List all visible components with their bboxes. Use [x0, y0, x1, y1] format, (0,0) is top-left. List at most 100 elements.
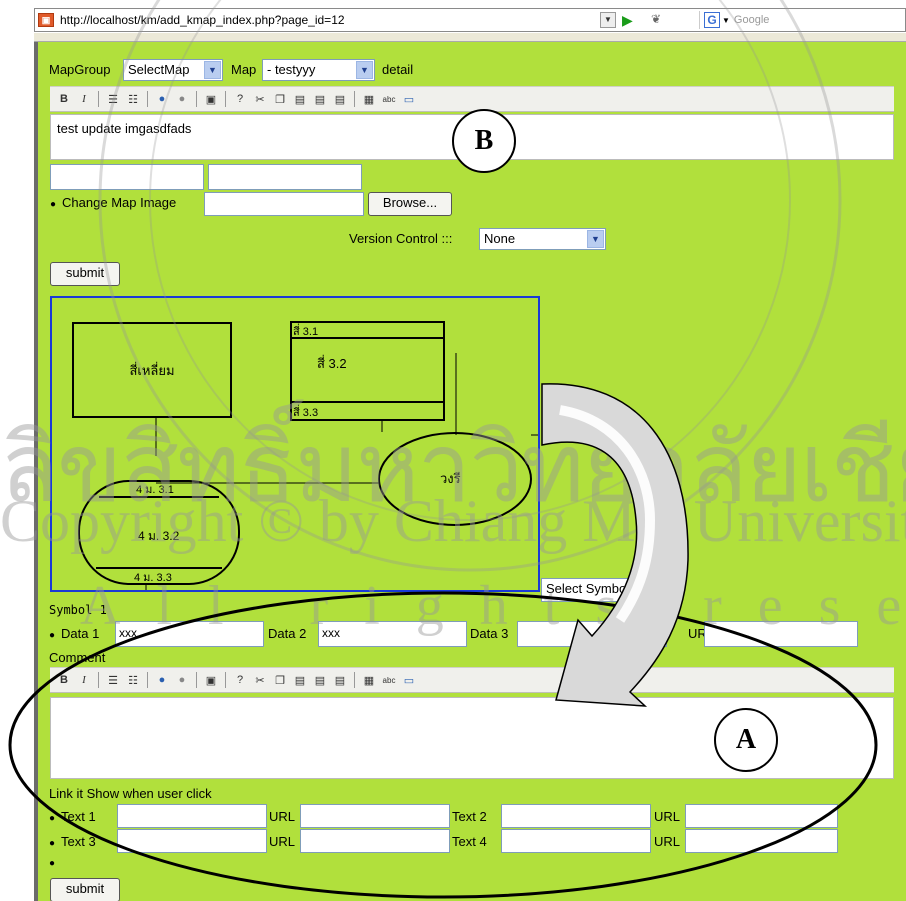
- help-icon[interactable]: ?: [232, 91, 248, 107]
- text2-input[interactable]: [501, 804, 651, 828]
- bulleted-list-icon[interactable]: ☷: [125, 672, 141, 688]
- paste-icon[interactable]: ▤: [292, 672, 308, 688]
- go-arrow-icon[interactable]: ▶: [622, 12, 638, 28]
- numbered-list-icon[interactable]: ☰: [105, 672, 121, 688]
- toolbar-divider: [225, 672, 226, 688]
- toolbar-divider: [354, 91, 355, 107]
- text3-url-label: URL: [269, 834, 296, 849]
- text1-input[interactable]: [117, 804, 267, 828]
- map-select-value: - testyyy: [267, 62, 316, 77]
- table-icon[interactable]: ▦: [361, 672, 377, 688]
- map-diagram-canvas[interactable]: สี่เหลี่ยม สี่ 3.1 สี่ 3.2 สี่ 3.3 วงรี …: [50, 296, 540, 592]
- data1-label: Data 1: [49, 626, 99, 641]
- data1-input[interactable]: xxx: [115, 621, 264, 647]
- map-image-file-input[interactable]: [204, 192, 364, 216]
- numbered-list-icon[interactable]: ☰: [105, 91, 121, 107]
- copy-icon[interactable]: ❐: [272, 672, 288, 688]
- source-icon[interactable]: ▭: [401, 91, 417, 107]
- paste-text-icon[interactable]: ▤: [312, 91, 328, 107]
- paste-word-icon[interactable]: ▤: [332, 672, 348, 688]
- annotation-label-b: B: [452, 109, 516, 173]
- paste-icon[interactable]: ▤: [292, 91, 308, 107]
- submit-button-bottom[interactable]: submit: [50, 878, 120, 901]
- editor-toolbar-comment: B I ☰ ☷ ● ● ▣ ? ✂ ❐ ▤ ▤ ▤ ▦ abc ▭: [50, 667, 894, 693]
- mapgroup-select[interactable]: SelectMap ▼: [123, 59, 223, 81]
- chevron-down-icon[interactable]: ▼: [356, 61, 373, 79]
- link-icon[interactable]: ●: [154, 91, 170, 107]
- detail-label: detail: [382, 62, 414, 77]
- blank-field-1[interactable]: [50, 164, 204, 190]
- links-heading: Link it Show when user click: [49, 786, 212, 801]
- feed-icon[interactable]: ❦: [651, 12, 661, 26]
- help-icon[interactable]: ?: [232, 672, 248, 688]
- text3-input[interactable]: [117, 829, 267, 853]
- copy-icon[interactable]: ❐: [272, 91, 288, 107]
- unlink-icon[interactable]: ●: [174, 672, 190, 688]
- bulleted-list-icon[interactable]: ☷: [125, 91, 141, 107]
- spellcheck-icon[interactable]: abc: [381, 91, 397, 107]
- paste-text-icon[interactable]: ▤: [312, 672, 328, 688]
- data2-label: Data 2: [268, 626, 307, 641]
- toolbar-divider: [225, 91, 226, 107]
- text1-url-label: URL: [269, 809, 296, 824]
- mapgroup-label: MapGroup: [49, 62, 111, 77]
- url-history-dropdown-icon[interactable]: ▼: [600, 12, 616, 28]
- change-map-image-text: Change Map Image: [62, 195, 177, 210]
- unlink-icon[interactable]: ●: [174, 91, 190, 107]
- version-control-value: None: [484, 231, 516, 246]
- search-engine-dropdown-icon[interactable]: ▼: [722, 16, 730, 25]
- google-logo-icon[interactable]: G: [704, 12, 720, 28]
- select-symbol-dropdown[interactable]: Select Symbol ▼: [541, 578, 665, 602]
- address-bar[interactable]: ▣ http://localhost/km/add_kmap_index.php…: [34, 8, 906, 32]
- browse-button[interactable]: Browse...: [368, 192, 452, 216]
- text3-url-input[interactable]: [300, 829, 450, 853]
- symbol-url-input[interactable]: [704, 621, 858, 647]
- bold-icon[interactable]: B: [56, 91, 72, 107]
- table-row-2-label: สี่ 3.2: [317, 355, 347, 371]
- data1-label-text: Data 1: [61, 626, 100, 641]
- image-icon[interactable]: ▣: [203, 91, 219, 107]
- version-control-select[interactable]: None ▼: [479, 228, 606, 250]
- blank-field-2[interactable]: [208, 164, 362, 190]
- italic-icon[interactable]: I: [76, 91, 92, 107]
- spellcheck-icon[interactable]: abc: [381, 672, 397, 688]
- comment-label: Comment: [49, 650, 106, 665]
- image-icon[interactable]: ▣: [203, 672, 219, 688]
- table-icon[interactable]: ▦: [361, 91, 377, 107]
- page-favicon-icon: ▣: [38, 13, 54, 27]
- map-select[interactable]: - testyyy ▼: [262, 59, 375, 81]
- bold-icon[interactable]: B: [56, 672, 72, 688]
- text2-label: Text 2: [452, 809, 487, 824]
- cut-icon[interactable]: ✂: [252, 672, 268, 688]
- text4-input[interactable]: [501, 829, 651, 853]
- toolbar-divider: [196, 91, 197, 107]
- detail-editor-text[interactable]: test update imgasdfads: [57, 121, 191, 136]
- chevron-down-icon[interactable]: ▼: [204, 61, 221, 79]
- paste-word-icon[interactable]: ▤: [332, 91, 348, 107]
- url-text[interactable]: http://localhost/km/add_kmap_index.php?p…: [60, 13, 345, 27]
- submit-button-top[interactable]: submit: [50, 262, 120, 286]
- cut-icon[interactable]: ✂: [252, 91, 268, 107]
- data3-label: Data 3: [470, 626, 509, 641]
- source-icon[interactable]: ▭: [401, 672, 417, 688]
- toolbar-divider: [98, 91, 99, 107]
- toolbar-separator: [34, 33, 906, 42]
- chevron-down-icon[interactable]: ▼: [646, 580, 663, 598]
- text3-label: Text 3: [49, 834, 96, 849]
- data2-input[interactable]: xxx: [318, 621, 467, 647]
- text1-label-text: Text 1: [61, 809, 96, 824]
- text4-url-input[interactable]: [685, 829, 838, 853]
- text1-label: Text 1: [49, 809, 96, 824]
- search-placeholder: Google: [733, 14, 770, 26]
- chevron-down-icon[interactable]: ▼: [587, 230, 604, 248]
- google-search-box[interactable]: G ▼ Google: [699, 11, 905, 29]
- toolbar-divider: [98, 672, 99, 688]
- text2-url-input[interactable]: [685, 804, 838, 828]
- italic-icon[interactable]: I: [76, 672, 92, 688]
- editor-toolbar-detail: B I ☰ ☷ ● ● ▣ ? ✂ ❐ ▤ ▤ ▤ ▦ abc ▭: [50, 86, 894, 112]
- data3-input[interactable]: [517, 621, 667, 647]
- text1-url-input[interactable]: [300, 804, 450, 828]
- link-icon[interactable]: ●: [154, 672, 170, 688]
- select-symbol-value: Select Symbol: [546, 581, 630, 596]
- toolbar-divider: [196, 672, 197, 688]
